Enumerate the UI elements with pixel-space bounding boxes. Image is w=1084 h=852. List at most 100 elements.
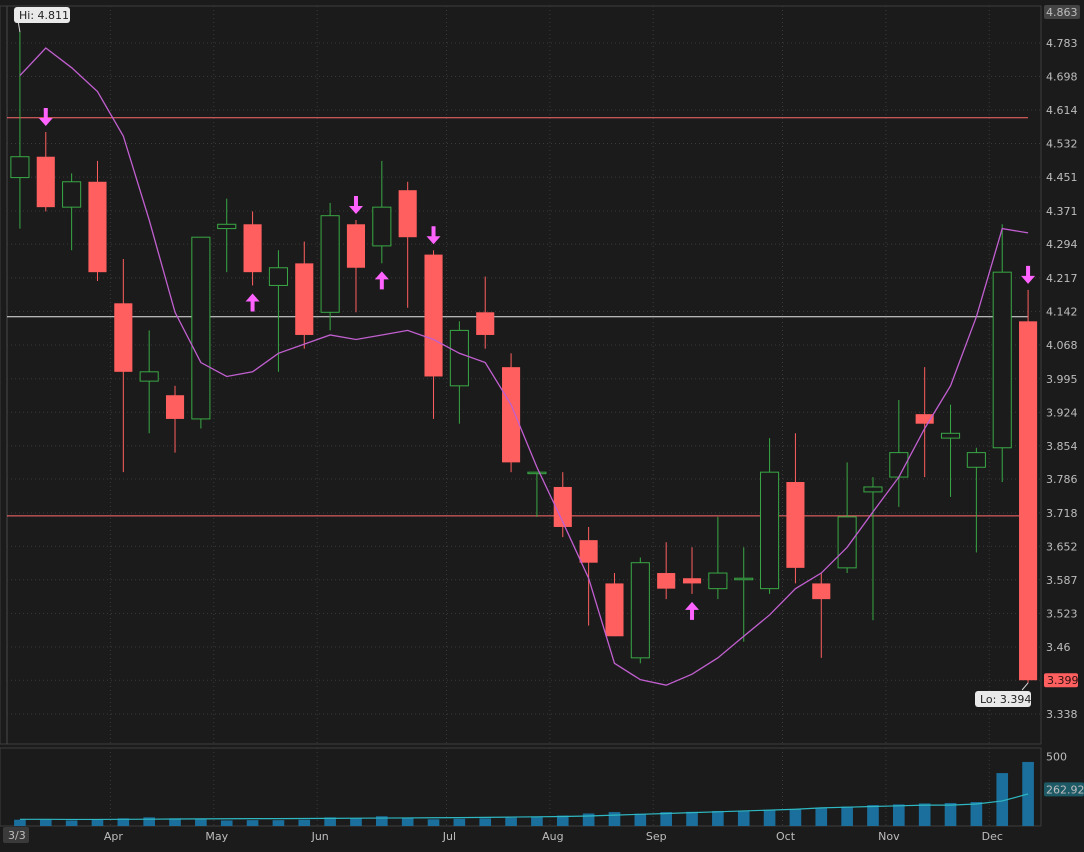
month-label: May (205, 830, 228, 843)
volume-bar (763, 809, 776, 826)
candle-body (863, 486, 883, 493)
month-label: Dec (982, 830, 1003, 843)
candle-body (424, 254, 443, 377)
candle-body (295, 263, 314, 335)
price-tick-label: 3.46 (1046, 641, 1071, 654)
volume-bar (737, 810, 750, 826)
price-tick-label: 4.532 (1046, 138, 1078, 151)
price-tick-label: 3.854 (1046, 440, 1078, 453)
candle-down (502, 353, 521, 473)
candle-body (657, 573, 676, 589)
volume-bar (39, 819, 52, 826)
candle-up (191, 236, 211, 429)
candle-body (449, 329, 469, 387)
month-label: Jun (311, 830, 329, 843)
candle-body (10, 156, 30, 179)
price-tick-label: 3.718 (1046, 507, 1078, 520)
month-label: Jul (442, 830, 456, 843)
price-tick-label: 3.338 (1046, 708, 1078, 721)
candle-body (62, 181, 82, 208)
volume-bar (893, 804, 905, 826)
volume-bar (453, 818, 466, 826)
candle-body (36, 156, 55, 208)
candle-body (165, 395, 185, 419)
volume-bar (272, 820, 285, 826)
price-tick-label: 3.786 (1046, 473, 1078, 486)
candle-body (476, 312, 495, 335)
price-tick-label: 4.863 (1046, 6, 1078, 19)
last-price-label: 3.399 (1047, 674, 1079, 687)
price-tick-label: 3.587 (1046, 574, 1078, 587)
month-label: Aug (542, 830, 563, 843)
month-label: Oct (776, 830, 796, 843)
volume-bar (220, 820, 233, 826)
candle-body (346, 224, 366, 268)
volume-tick-label: 500 (1046, 750, 1067, 763)
volume-bar (789, 809, 802, 826)
candle-body (630, 562, 650, 659)
volume-bar (531, 816, 543, 826)
month-label: Sep (646, 830, 667, 843)
volume-bar (505, 817, 517, 826)
hi-label: Hi: 4.811 (19, 9, 69, 22)
candle-up (630, 557, 650, 664)
price-tick-label: 3.652 (1046, 540, 1078, 553)
volume-average-label: 262.92 (1046, 783, 1084, 796)
candle-body (372, 206, 392, 247)
candle-body (579, 540, 598, 563)
candle-body (837, 516, 857, 569)
candle-body (812, 583, 831, 600)
month-label: Nov (878, 830, 900, 843)
candle-body (243, 224, 262, 273)
candle-body (320, 215, 340, 313)
candle-body (139, 371, 159, 382)
month-label: 3/3 (8, 829, 26, 842)
volume-bar (686, 811, 698, 826)
price-tick-label: 3.924 (1046, 406, 1078, 419)
lo-label: Lo: 3.394 (980, 693, 1031, 706)
volume-bar (246, 820, 259, 826)
price-tick-label: 3.995 (1046, 373, 1078, 386)
candle-body (682, 578, 702, 584)
volume-bar (195, 819, 207, 826)
volume-bar (970, 802, 983, 826)
month-label: Apr (104, 830, 124, 843)
volume-bar (634, 813, 647, 826)
candle-body (734, 577, 754, 581)
candle-body (398, 190, 417, 238)
candle-down (1019, 289, 1038, 683)
candle-up (320, 202, 340, 331)
volume-bar (401, 817, 414, 826)
price-tick-label: 4.142 (1046, 305, 1078, 318)
candle-body (114, 303, 133, 372)
price-tick-label: 4.451 (1046, 171, 1078, 184)
candle-body (992, 271, 1012, 449)
candle-body (605, 583, 624, 637)
candle-body (502, 367, 521, 463)
price-tick-label: 4.217 (1046, 272, 1078, 285)
volume-bar (815, 808, 828, 826)
price-tick-label: 3.523 (1046, 607, 1078, 620)
volume-bar (65, 820, 78, 826)
price-tick-label: 4.294 (1046, 238, 1078, 251)
candle-body (966, 452, 986, 468)
volume-bar (608, 812, 621, 826)
candle-body (527, 471, 547, 475)
candle-body (786, 482, 805, 568)
candle-body (940, 432, 961, 439)
grid-layer (0, 0, 1084, 848)
volume-bar (944, 803, 957, 826)
candle-body (217, 223, 237, 230)
volume-bar (479, 818, 492, 826)
candle-body (191, 236, 211, 420)
price-tick-label: 4.783 (1046, 37, 1078, 50)
candle-body (1019, 321, 1038, 681)
candle-body (708, 572, 728, 590)
candle-body (268, 267, 288, 286)
candlestick-chart: 500 262.92 4.863 4.783 4.698 4.614 4.532 4.451… (0, 0, 1084, 848)
volume-bar (298, 819, 311, 826)
volume-bar (918, 803, 931, 826)
volume-bar (91, 819, 104, 826)
price-tick-label: 4.614 (1046, 104, 1078, 117)
volume-bar (712, 810, 724, 826)
